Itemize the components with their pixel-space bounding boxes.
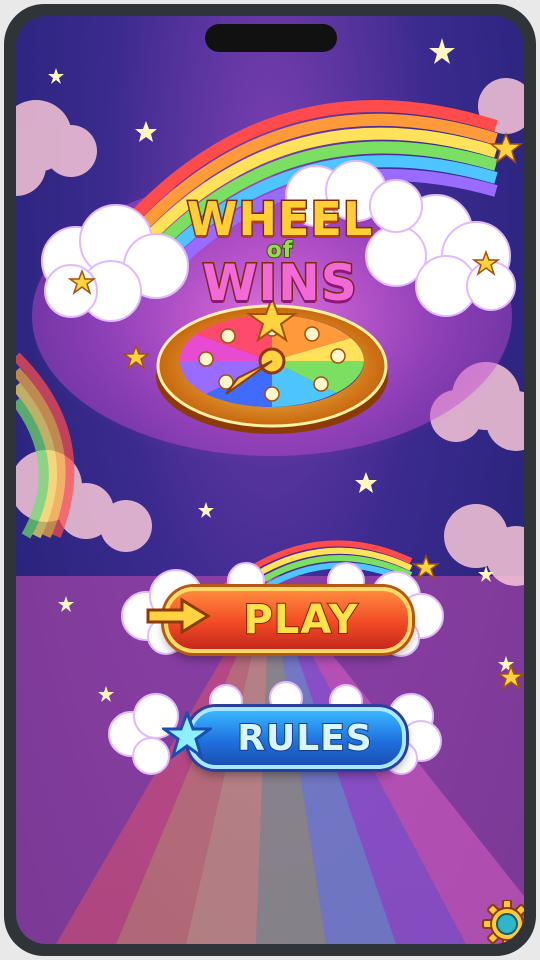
gear-icon xyxy=(482,900,524,944)
rules-button[interactable]: RULES xyxy=(162,707,406,769)
background-art xyxy=(16,38,524,944)
title-line-wheel: WHEEL xyxy=(185,192,374,246)
play-button-label: PLAY xyxy=(243,596,359,644)
arrow-right-icon xyxy=(146,597,210,635)
game-title: WHEEL of WINS xyxy=(140,192,420,312)
phone-device: WHEEL of WINS PLAY RULES xyxy=(0,0,540,960)
settings-button[interactable] xyxy=(480,900,524,944)
star-icon xyxy=(162,711,212,760)
phone-notch xyxy=(205,24,337,52)
play-button[interactable]: PLAY xyxy=(146,587,412,653)
game-screen: WHEEL of WINS PLAY RULES xyxy=(16,16,524,944)
title-line-wins: WINS xyxy=(201,254,359,312)
rules-button-label: RULES xyxy=(236,717,373,760)
